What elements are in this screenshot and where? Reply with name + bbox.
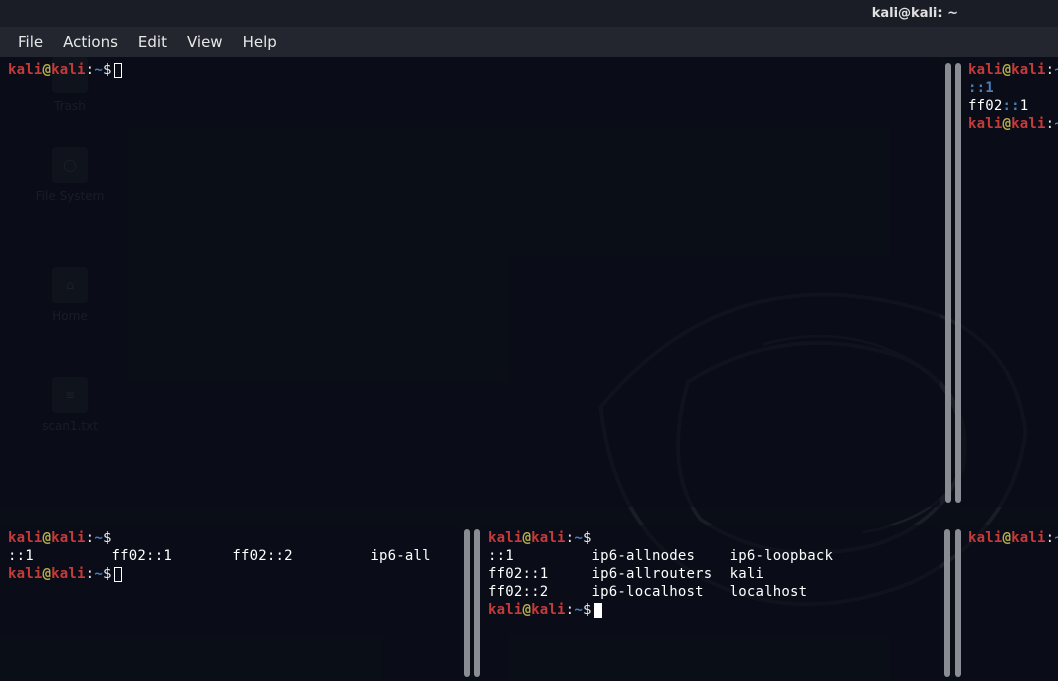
- prompt-dollar: $: [583, 530, 592, 546]
- terminal-pane-top-right[interactable]: kali@kali:~ ::1 ff02::1 kali@kali:~: [960, 57, 1058, 507]
- prompt-path: ~: [1054, 62, 1058, 78]
- prompt-path: ~: [1054, 530, 1058, 546]
- prompt-path: ~: [574, 530, 583, 546]
- output-line: ::1 ff02::1 ff02::2 ip6-all: [8, 547, 452, 565]
- prompt-host: kali: [51, 530, 86, 546]
- prompt-line: kali@kali:~$: [8, 529, 452, 547]
- prompt-at: @: [523, 602, 532, 618]
- prompt-dollar: $: [103, 530, 112, 546]
- menu-edit[interactable]: Edit: [128, 29, 177, 55]
- output-line: ::1: [968, 79, 1050, 97]
- prompt-line: kali@kali:~$: [8, 565, 452, 583]
- prompt-path: ~: [574, 602, 583, 618]
- prompt-line: kali@kali:~: [968, 61, 1050, 79]
- prompt-host: kali: [1011, 62, 1046, 78]
- prompt-user: kali: [8, 62, 43, 78]
- terminal-pane-top-left[interactable]: kali@kali:~$: [0, 57, 940, 507]
- prompt-at: @: [1003, 530, 1012, 546]
- menu-view[interactable]: View: [177, 29, 233, 55]
- pane-scrollbar[interactable]: [474, 529, 480, 677]
- prompt-path: ~: [94, 62, 103, 78]
- cursor-icon: [114, 567, 122, 582]
- prompt-line: kali@kali:~: [968, 529, 1050, 547]
- terminal-pane-bottom-mid[interactable]: kali@kali:~$ ::1 ip6-allnodes ip6-loopba…: [480, 525, 940, 681]
- pane-scrollbar[interactable]: [464, 529, 470, 677]
- prompt-user: kali: [968, 116, 1003, 132]
- terminal-pane-bottom-right[interactable]: kali@kali:~: [960, 525, 1058, 681]
- output-line: ff02::1 ip6-allrouters kali: [488, 565, 932, 583]
- terminal-pane-bottom-left[interactable]: kali@kali:~$ ::1 ff02::1 ff02::2 ip6-all…: [0, 525, 460, 681]
- prompt-line: kali@kali:~: [968, 115, 1050, 133]
- menubar: File Actions Edit View Help: [0, 27, 1058, 57]
- window-title: kali@kali: ~: [872, 6, 958, 21]
- prompt-path: ~: [94, 566, 103, 582]
- prompt-line: kali@kali:~$: [488, 529, 932, 547]
- prompt-at: @: [43, 62, 52, 78]
- prompt-user: kali: [488, 530, 523, 546]
- prompt-host: kali: [1011, 530, 1046, 546]
- prompt-host: kali: [531, 602, 566, 618]
- output-line: ::1 ip6-allnodes ip6-loopback: [488, 547, 932, 565]
- prompt-dollar: $: [103, 62, 112, 78]
- cursor-icon: [594, 603, 602, 618]
- menu-help[interactable]: Help: [233, 29, 287, 55]
- prompt-user: kali: [488, 602, 523, 618]
- prompt-dollar: $: [103, 566, 112, 582]
- prompt-user: kali: [968, 530, 1003, 546]
- prompt-at: @: [1003, 116, 1012, 132]
- prompt-user: kali: [8, 566, 43, 582]
- prompt-line: kali@kali:~$: [8, 61, 932, 79]
- output-line: ff02::1: [968, 97, 1050, 115]
- prompt-at: @: [43, 530, 52, 546]
- prompt-path: ~: [94, 530, 103, 546]
- window-titlebar: kali@kali: ~: [0, 0, 1058, 27]
- prompt-host: kali: [531, 530, 566, 546]
- prompt-at: @: [43, 566, 52, 582]
- prompt-dollar: $: [583, 602, 592, 618]
- menu-file[interactable]: File: [8, 29, 53, 55]
- prompt-host: kali: [51, 566, 86, 582]
- menu-actions[interactable]: Actions: [53, 29, 128, 55]
- cursor-icon: [114, 63, 122, 78]
- pane-scrollbar[interactable]: [944, 529, 950, 677]
- prompt-host: kali: [51, 62, 86, 78]
- prompt-host: kali: [1011, 116, 1046, 132]
- output-line: ff02::2 ip6-localhost localhost: [488, 583, 932, 601]
- prompt-path: ~: [1054, 116, 1058, 132]
- prompt-at: @: [1003, 62, 1012, 78]
- pane-scrollbar[interactable]: [955, 529, 961, 677]
- pane-scrollbar[interactable]: [955, 63, 961, 503]
- prompt-user: kali: [8, 530, 43, 546]
- prompt-user: kali: [968, 62, 1003, 78]
- pane-scrollbar[interactable]: [945, 63, 951, 503]
- prompt-at: @: [523, 530, 532, 546]
- prompt-line: kali@kali:~$: [488, 601, 932, 619]
